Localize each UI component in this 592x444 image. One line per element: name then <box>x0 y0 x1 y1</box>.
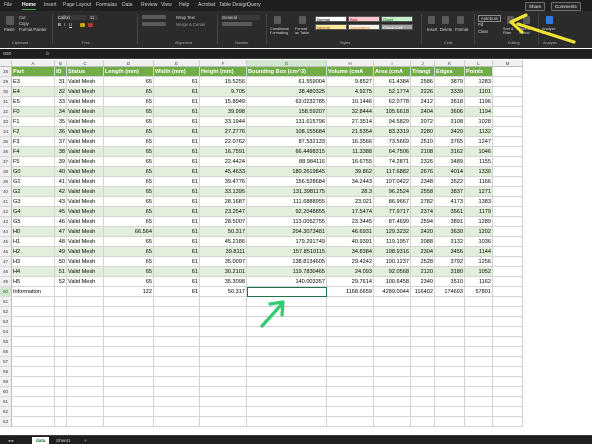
annotation-overlay <box>260 13 576 328</box>
add-sheet-button[interactable]: + <box>80 437 91 444</box>
sheet-tab-bar: ◂ ▸ data Sheet1 + <box>0 435 592 444</box>
excel-window: File Home Insert Page Layout Formulas Data Rev… <box>0 0 592 444</box>
sheet-tab-data[interactable]: data <box>32 437 50 444</box>
sheet-scroll-arrows-icon[interactable]: ◂ ▸ <box>4 437 18 444</box>
green-arrow-icon <box>260 300 285 328</box>
yellow-arrow-icon <box>509 13 576 44</box>
sheet-tab-sheet1[interactable]: Sheet1 <box>52 437 75 444</box>
